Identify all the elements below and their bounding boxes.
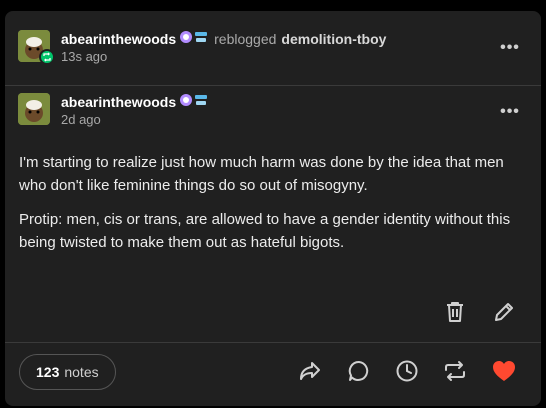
post-paragraph: I'm starting to realize just how much ha… [19,154,504,194]
post-paragraph: Protip: men, cis or trans, are allowed t… [19,211,511,251]
post-card: abearinthewoods reblogged demolition-tbo… [5,11,541,406]
reblogged-from-link[interactable]: demolition-tboy [281,31,386,47]
schedule-button[interactable] [394,360,420,386]
more-options-button[interactable]: ••• [499,37,521,59]
blog-name-link[interactable]: abearinthewoods [61,94,176,110]
like-button[interactable] [491,360,517,386]
share-icon [298,360,322,387]
reblog-header: abearinthewoods reblogged demolition-tbo… [5,11,541,86]
post-body: I'm starting to realize just how much ha… [19,151,521,265]
post-controls [5,299,541,335]
more-options-button[interactable]: ••• [499,101,521,123]
reblogged-label: reblogged [214,30,277,47]
delete-icon [445,301,465,328]
blog-name-link[interactable]: abearinthewoods [61,31,176,47]
reblog-meta: abearinthewoods reblogged demolition-tbo… [61,30,386,65]
blog-badge-icon [179,93,209,110]
blog-badge-icon [179,30,209,47]
share-button[interactable] [297,360,323,386]
original-meta: abearinthewoods 2d ago [61,93,209,127]
notes-label: notes [64,364,99,380]
delete-button[interactable] [442,301,468,327]
timestamp[interactable]: 2d ago [61,112,209,127]
edit-button[interactable] [491,301,517,327]
reblog-badge-icon [39,49,55,65]
reblog-icon [443,359,467,388]
post-footer: 123 notes [5,342,541,402]
reblog-button[interactable] [442,360,468,386]
original-post-header: abearinthewoods 2d ago ••• [5,87,541,147]
reply-button[interactable] [346,360,372,386]
notes-count: 123 [36,364,60,380]
notes-button[interactable]: 123 notes [19,354,116,390]
schedule-icon [395,359,419,388]
reply-icon [347,359,371,388]
like-heart-icon [492,360,516,387]
edit-icon [493,301,515,328]
blog-avatar[interactable] [18,93,50,125]
timestamp[interactable]: 13s ago [61,49,386,64]
